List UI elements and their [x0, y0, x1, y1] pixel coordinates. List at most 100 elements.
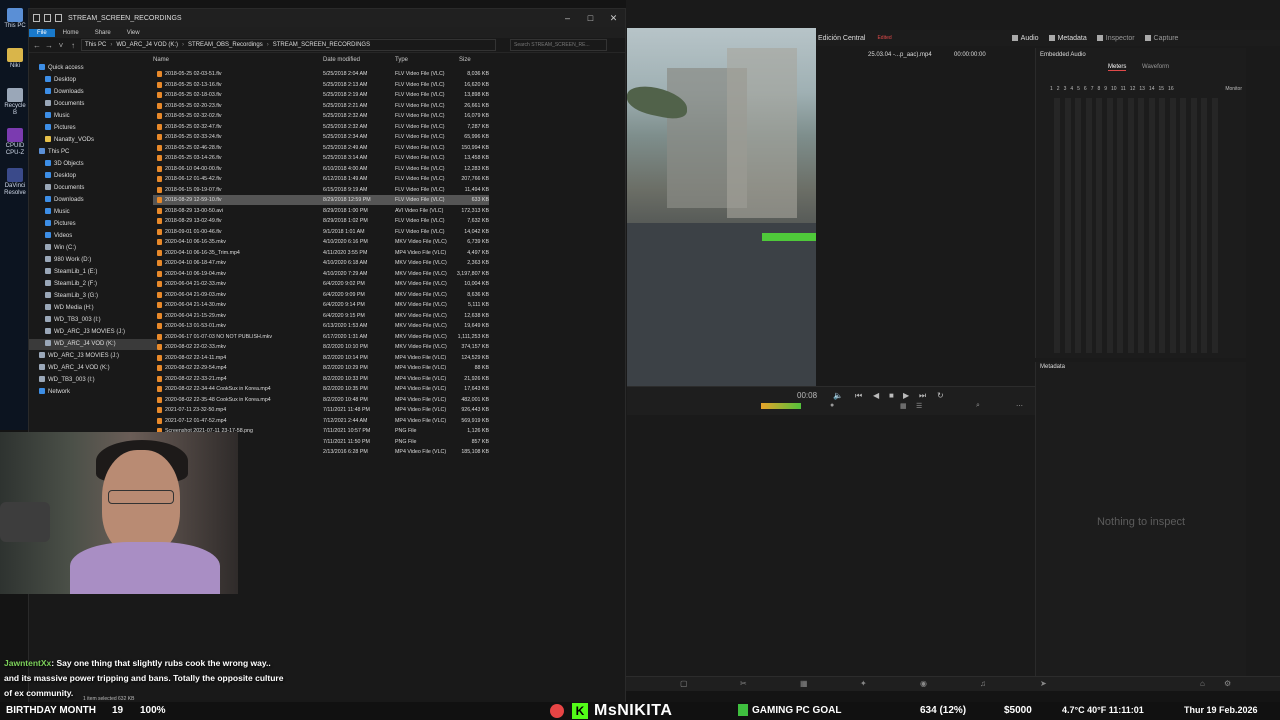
nav-item[interactable]: Desktop	[29, 171, 76, 182]
close-button[interactable]: ✕	[602, 13, 625, 24]
settings-gear-icon[interactable]: ⚙	[1224, 679, 1231, 688]
nav-item[interactable]: SteamLib_1 (E:)	[29, 267, 97, 278]
page-fairlight-icon[interactable]: ♫	[980, 679, 986, 688]
play-icon[interactable]: ▶	[903, 391, 909, 400]
column-header-date[interactable]: Date modified	[323, 57, 360, 63]
address-bar[interactable]: This PC › WD_ARC_J4 VOD (K:) › STREAM_OBS_…	[81, 39, 496, 51]
video-viewer[interactable]	[627, 28, 816, 388]
file-row[interactable]: 2018-05-25 02-33-24.flv 5/25/2018 2:34 AM…	[153, 132, 489, 142]
file-row[interactable]: 2018-08-29 12-59-10.flv 8/29/2018 12:59 P…	[153, 195, 489, 205]
file-row[interactable]: 2018-05-25 02-32-02.flv 5/25/2018 2:32 AM…	[153, 111, 489, 121]
forward-arrow-icon[interactable]: →	[45, 41, 53, 50]
search-input[interactable]: Search STREAM_SCREEN_RE...	[510, 39, 607, 51]
step-back-icon[interactable]: ◀	[873, 391, 879, 400]
nav-item[interactable]: WD_TB3_003 (I:)	[29, 315, 101, 326]
file-row[interactable]: 2018-05-25 02-03-51.flv 5/25/2018 2:04 AM…	[153, 69, 489, 79]
nav-item[interactable]: Documents	[29, 183, 84, 194]
nav-item[interactable]: 980 Work (D:)	[29, 255, 91, 266]
tab-meters[interactable]: Meters	[1108, 64, 1127, 71]
nav-item[interactable]: Documents	[29, 99, 84, 110]
file-row[interactable]: 2020-08-02 22-29-54.mp4 8/2/2020 10:29 PM…	[153, 363, 489, 373]
file-row[interactable]: 2018-06-12 01-45-42.flv 6/12/2018 1:49 AM…	[153, 174, 489, 184]
file-row[interactable]: 2020-04-10 06-16-35_Trim.mp4 4/11/2020 3:…	[153, 248, 489, 258]
nav-item[interactable]: Nanatty_VODs	[29, 135, 94, 146]
grid-view-icon[interactable]: ▦	[900, 402, 907, 410]
ribbon-tab-share[interactable]: Share	[87, 30, 119, 36]
file-row[interactable]: 2018-05-25 02-18-03.flv 5/25/2018 2:19 AM…	[153, 90, 489, 100]
desktop-icon[interactable]: Niki	[3, 48, 27, 70]
file-row[interactable]: 2020-08-02 22-14-11.mp4 8/2/2020 10:14 PM…	[153, 353, 489, 363]
nav-item[interactable]: WD_ARC_J4 VOD (K:)	[29, 339, 157, 350]
nav-item[interactable]: WD_ARC_J3 MOVIES (J:)	[29, 351, 119, 362]
volume-icon[interactable]: 🔈	[833, 391, 843, 400]
file-row[interactable]: 2020-06-17 01-07-03 NO NOT PUBLISH.mkv 6/…	[153, 332, 489, 342]
file-row[interactable]: 2020-06-04 21-14-30.mkv 6/4/2020 9:14 PM M…	[153, 300, 489, 310]
breadcrumb-screen-recordings[interactable]: STREAM_SCREEN_RECORDINGS	[273, 42, 370, 48]
search-icon[interactable]: ⌕	[976, 402, 980, 410]
file-row[interactable]: 2018-05-25 02-32-47.flv 5/25/2018 2:32 AM…	[153, 122, 489, 132]
breadcrumb-drive[interactable]: WD_ARC_J4 VOD (K:)	[116, 42, 178, 48]
file-row[interactable]: 2018-08-29 13-00-50.avi 8/29/2018 1:00 PM…	[153, 206, 489, 216]
nav-item[interactable]: Win (C:)	[29, 243, 76, 254]
tab-audio[interactable]: Audio	[1011, 35, 1039, 42]
maximize-button[interactable]: □	[579, 13, 602, 24]
more-options-icon[interactable]: ⋯	[1016, 402, 1023, 410]
file-row[interactable]: 2018-05-25 03-14-26.flv 5/25/2018 3:14 AM…	[153, 153, 489, 163]
nav-item[interactable]: WD_ARC_J4 VOD (K:)	[29, 363, 110, 374]
nav-item[interactable]: Music	[29, 207, 70, 218]
page-deliver-icon[interactable]: ➤	[1040, 679, 1047, 688]
file-row[interactable]: 2018-09-01 01-00-46.flv 9/1/2018 1:01 AM F…	[153, 227, 489, 237]
file-row[interactable]: 2018-06-15 09-19-07.flv 6/15/2018 9:19 AM…	[153, 185, 489, 195]
nav-item[interactable]: Downloads	[29, 195, 84, 206]
nav-item[interactable]: SteamLib_3 (G:)	[29, 291, 98, 302]
recent-chevron-icon[interactable]: ˅	[57, 41, 65, 50]
file-row[interactable]: 2020-08-02 22-35-48 CookSux in Korea.mp4…	[153, 395, 489, 405]
desktop-icon[interactable]: This PC	[3, 8, 27, 30]
nav-item[interactable]: Network	[29, 387, 70, 398]
back-arrow-icon[interactable]: ←	[33, 41, 41, 50]
file-row[interactable]: 2020-04-10 06-16-35.mkv 4/10/2020 6:16 PM…	[153, 237, 489, 247]
desktop-icon[interactable]: CPUID CPU-Z	[3, 128, 27, 157]
file-row[interactable]: 2018-05-25 02-46-28.flv 5/25/2018 2:49 AM…	[153, 143, 489, 153]
tab-capture[interactable]: Capture	[1144, 35, 1178, 42]
tab-waveform[interactable]: Waveform	[1142, 64, 1169, 70]
minimize-button[interactable]: –	[556, 13, 579, 24]
page-edit-icon[interactable]: ▦	[800, 679, 808, 688]
tab-metadata[interactable]: Metadata	[1048, 35, 1087, 42]
nav-item[interactable]: WD Media (H:)	[29, 303, 94, 314]
file-row[interactable]: 2021-07-12 01-47-52.mp4 7/12/2021 2:44 AM…	[153, 416, 489, 426]
marker-icon[interactable]: ●	[830, 402, 834, 409]
ribbon-tab-file[interactable]: File	[29, 28, 55, 37]
quick-access-toolbar[interactable]	[33, 14, 62, 22]
file-row[interactable]: 2020-04-10 06-18-47.mkv 4/10/2020 6:18 AM…	[153, 258, 489, 268]
file-row[interactable]: 2018-08-29 13-02-49.flv 8/29/2018 1:02 PM…	[153, 216, 489, 226]
home-icon[interactable]: ⌂	[1200, 679, 1205, 688]
file-row[interactable]: 2018-06-10 04-00-00.flv 6/10/2018 4:00 AM…	[153, 164, 489, 174]
breadcrumb-obs-recordings[interactable]: STREAM_OBS_Recordings	[188, 42, 263, 48]
nav-item[interactable]: WD_TB3_003 (I:)	[29, 375, 95, 386]
nav-item[interactable]: Videos	[29, 231, 72, 242]
file-row[interactable]: 2020-06-04 21-02-33.mkv 6/4/2020 9:02 PM M…	[153, 279, 489, 289]
ribbon-tab-home[interactable]: Home	[55, 30, 87, 36]
list-view-icon[interactable]: ☰	[916, 402, 922, 410]
column-header-type[interactable]: Type	[395, 57, 408, 63]
nav-item[interactable]: 3D Objects	[29, 159, 84, 170]
desktop-icon[interactable]: DaVinci Resolve	[3, 168, 27, 197]
nav-item[interactable]: Downloads	[29, 87, 84, 98]
file-row[interactable]: 2020-08-02 22-33-21.mp4 8/2/2020 10:33 PM…	[153, 374, 489, 384]
file-row[interactable]: 2018-05-25 02-13-16.flv 5/25/2018 2:13 AM…	[153, 80, 489, 90]
nav-item[interactable]: Music	[29, 111, 70, 122]
page-media-icon[interactable]: ▢	[680, 679, 688, 688]
nav-item[interactable]: Pictures	[29, 219, 76, 230]
tab-inspector[interactable]: Inspector	[1096, 35, 1135, 42]
file-row[interactable]: 2020-06-04 21-09-03.mkv 6/4/2020 9:09 PM M…	[153, 290, 489, 300]
nav-item[interactable]: Quick access	[29, 63, 84, 74]
up-arrow-icon[interactable]: ↑	[69, 41, 77, 50]
nav-item[interactable]: SteamLib_2 (F:)	[29, 279, 97, 290]
file-row[interactable]: 2020-06-13 01-53-01.mkv 6/13/2020 1:53 AM…	[153, 321, 489, 331]
file-row[interactable]: 2020-08-02 22-02-33.mkv 8/2/2020 10:10 PM…	[153, 342, 489, 352]
nav-item[interactable]: WD_ARC_J3 MOVIES (J:)	[29, 327, 125, 338]
breadcrumb-this-pc[interactable]: This PC	[85, 42, 106, 48]
column-header-size[interactable]: Size	[459, 57, 471, 63]
column-header-name[interactable]: Name	[153, 57, 169, 63]
